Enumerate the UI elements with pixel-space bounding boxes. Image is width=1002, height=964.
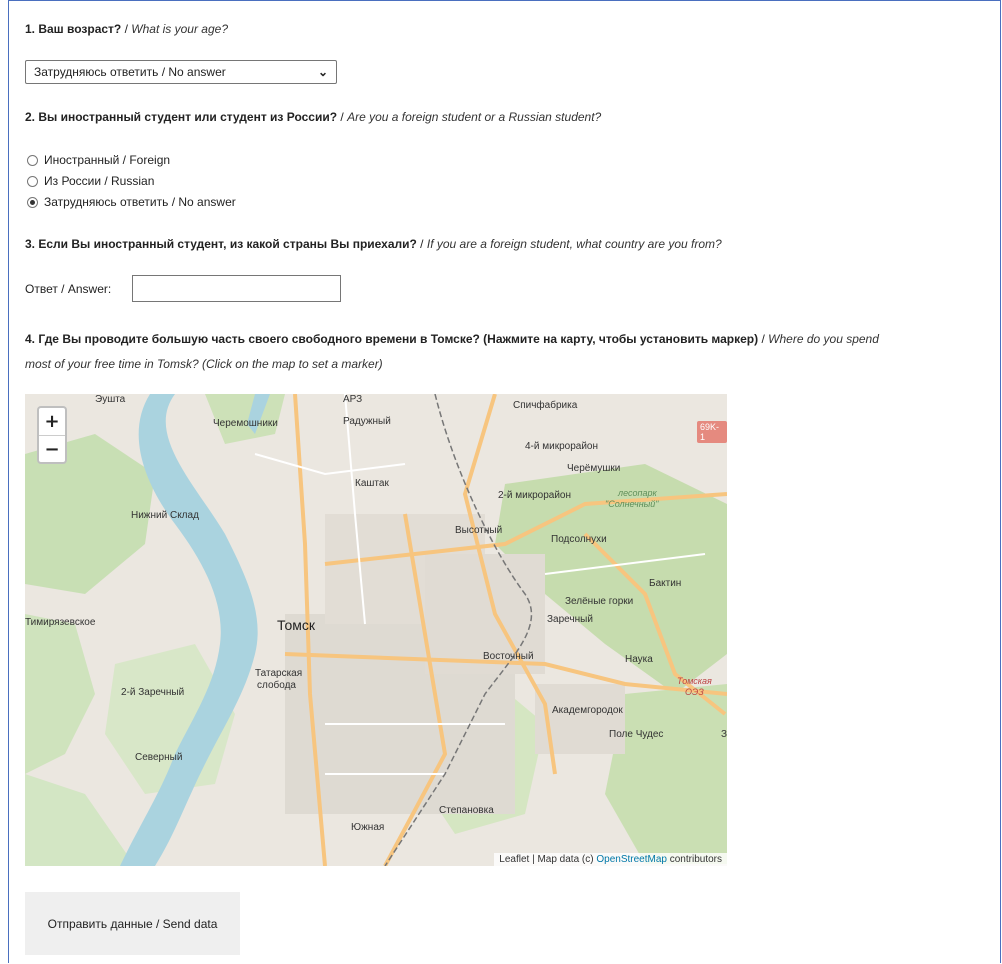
map-label: Подсолнухи <box>551 534 607 545</box>
map-label: Заречный <box>547 614 593 625</box>
map-label: Черемошники <box>213 418 278 429</box>
map-label: Томская <box>677 676 712 686</box>
map-label: Наука <box>625 654 653 665</box>
map-label: 2-й Заречный <box>121 687 185 698</box>
question-4-label: 4. Где Вы проводите большую часть своего… <box>25 332 879 346</box>
map-label: лесопарк <box>618 488 657 498</box>
map-label: З <box>721 729 727 740</box>
radio-option-foreign[interactable]: Иностранный / Foreign <box>27 152 170 168</box>
map-label: "Солнечный" <box>605 499 659 509</box>
zoom-in-button[interactable]: + <box>39 408 65 436</box>
map-label: Тимирязевское <box>25 617 96 628</box>
radio-option-russian[interactable]: Из России / Russian <box>27 173 154 189</box>
road-shield: 69K-1 <box>697 421 727 443</box>
map-label: Томск <box>277 617 315 633</box>
question-4-label-line2: most of your free time in Tomsk? (Click … <box>25 357 383 371</box>
map-label: Степановка <box>439 805 494 816</box>
send-data-button[interactable]: Отправить данные / Send data <box>25 892 240 955</box>
radio-option-no-answer[interactable]: Затрудняюсь ответить / No answer <box>27 194 236 210</box>
map-label: Каштак <box>355 478 389 489</box>
zoom-out-button[interactable]: − <box>39 436 65 463</box>
map-label: Высотный <box>455 525 503 536</box>
map-label: Зелёные горки <box>565 596 634 607</box>
radio-button[interactable] <box>27 175 38 187</box>
age-select[interactable]: Затрудняюсь ответить / No answer ⌄ <box>25 60 337 84</box>
map-label: Поле Чудес <box>609 729 664 740</box>
question-2-label: 2. Вы иностранный студент или студент из… <box>25 110 602 124</box>
country-input[interactable] <box>132 275 341 302</box>
map[interactable]: + − 69K-1 Эушта АРЗ Спичфабрика Черемошн… <box>25 394 727 866</box>
map-label: Эушта <box>95 394 126 405</box>
openstreetmap-link[interactable]: OpenStreetMap <box>596 854 667 865</box>
map-label: Нижний Склад <box>131 510 199 521</box>
map-label: Черёмушки <box>567 463 621 474</box>
map-tiles[interactable] <box>25 394 727 866</box>
radio-button[interactable] <box>27 154 38 166</box>
map-label: Спичфабрика <box>513 400 578 411</box>
map-label: Академгородок <box>552 705 623 716</box>
map-label: Северный <box>135 752 183 763</box>
map-label: Татарская <box>255 668 303 679</box>
map-label: Бактин <box>649 578 682 589</box>
answer-label: Ответ / Answer: <box>25 282 112 296</box>
map-label: слобода <box>257 680 296 691</box>
map-attribution: Leaflet | Map data (c) OpenStreetMap con… <box>494 853 727 866</box>
question-3-label: 3. Если Вы иностранный студент, из какой… <box>25 237 722 251</box>
map-label: 4-й микрорайон <box>525 441 599 452</box>
radio-button-checked[interactable] <box>27 196 38 208</box>
map-label: Радужный <box>343 416 391 427</box>
map-label: 2-й микрорайон <box>498 490 572 501</box>
map-label: Южная <box>351 822 385 833</box>
question-1-label: 1. Ваш возраст? / What is your age? <box>25 22 228 36</box>
chevron-down-icon: ⌄ <box>317 65 328 79</box>
zoom-control: + − <box>37 406 67 464</box>
map-label: АРЗ <box>343 394 363 405</box>
map-label: Восточный <box>483 651 534 662</box>
map-label: ОЭЗ <box>685 687 704 697</box>
